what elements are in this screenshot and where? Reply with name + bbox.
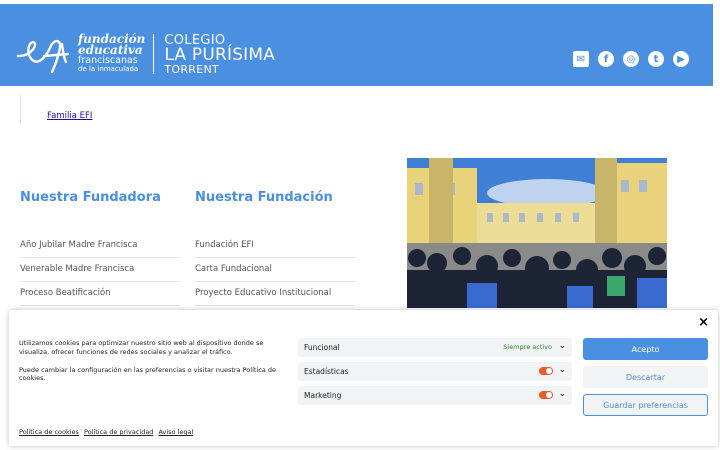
chevron-down-icon[interactable]: ⌄ bbox=[558, 341, 566, 351]
colegio-wordmark: COLEGIO LA PURÍSIMA TORRENT bbox=[164, 34, 275, 75]
deny-button[interactable]: Descartar bbox=[583, 366, 708, 388]
accept-button[interactable]: Acepto bbox=[583, 338, 708, 360]
cookie-category-estadisticas[interactable]: Estadísticas ⌄ bbox=[298, 362, 572, 381]
cookie-policy-link[interactable]: Política de cookies bbox=[19, 428, 79, 436]
menu-item-fundacion-efi[interactable]: Fundación EFI bbox=[195, 234, 355, 258]
logo-divider bbox=[153, 34, 155, 74]
menu-item-venerable[interactable]: Venerable Madre Francisca bbox=[20, 258, 180, 282]
chevron-down-icon[interactable]: ⌄ bbox=[558, 389, 566, 399]
legal-notice-link[interactable]: Aviso legal bbox=[158, 428, 193, 436]
social-links: ✉ f ◎ t ▶ bbox=[573, 51, 689, 67]
facebook-icon[interactable]: f bbox=[598, 51, 614, 67]
cookie-category-marketing[interactable]: Marketing ⌄ bbox=[298, 386, 572, 405]
cookie-category-funcional[interactable]: Funcional Siempre activo ⌄ bbox=[298, 338, 572, 357]
breadcrumb-link-familia-efi[interactable]: Familia EFI bbox=[47, 111, 92, 121]
menu-item-beatificacion[interactable]: Proceso Beatificación bbox=[20, 282, 180, 306]
twitter-icon[interactable]: t bbox=[648, 51, 664, 67]
cookie-category-label: Estadísticas bbox=[304, 367, 349, 376]
cookie-category-label: Marketing bbox=[304, 391, 342, 400]
fundacion-wordmark: fundación educativa franciscanas de la i… bbox=[78, 33, 145, 74]
cookie-consent-banner: × Utilizamos cookies para optimizar nues… bbox=[9, 310, 718, 446]
cookie-category-label: Funcional bbox=[304, 343, 340, 352]
toggle-marketing[interactable] bbox=[539, 391, 553, 399]
site-logo[interactable]: fundación educativa franciscanas de la i… bbox=[14, 32, 275, 76]
chevron-down-icon[interactable]: ⌄ bbox=[558, 365, 566, 375]
menu-item-ano-jubilar[interactable]: Año Jubilar Madre Francisca bbox=[20, 234, 180, 258]
fundacion-heading: Nuestra Fundación bbox=[195, 190, 333, 205]
menu-item-proyecto-educativo[interactable]: Proyecto Educativo Institucional bbox=[195, 282, 355, 306]
breadcrumb-divider bbox=[20, 95, 21, 123]
youtube-icon[interactable]: ▶ bbox=[673, 51, 689, 67]
close-icon[interactable]: × bbox=[698, 315, 709, 330]
site-header: fundación educativa franciscanas de la i… bbox=[0, 4, 713, 86]
school-courtyard-photo bbox=[407, 158, 667, 308]
privacy-policy-link[interactable]: Política de privacidad bbox=[84, 428, 154, 436]
fundacion-line-3: franciscanas bbox=[78, 55, 138, 66]
efi-logo-mark bbox=[16, 39, 70, 74]
instagram-icon[interactable]: ◎ bbox=[623, 51, 639, 67]
cookie-policy-links: Política de cookies Política de privacid… bbox=[19, 428, 193, 436]
cookie-intro-text: Utilizamos cookies para optimizar nuestr… bbox=[19, 339, 264, 356]
fundadora-heading: Nuestra Fundadora bbox=[20, 190, 161, 205]
colegio-line-2: LA PURÍSIMA bbox=[164, 44, 276, 65]
always-active-label: Siempre activo bbox=[503, 343, 552, 351]
toggle-estadisticas[interactable] bbox=[539, 367, 553, 375]
fundacion-line-4: de la inmaculada bbox=[78, 65, 139, 73]
colegio-line-3: TORRENT bbox=[164, 62, 220, 76]
menu-item-carta-fundacional[interactable]: Carta Fundacional bbox=[195, 258, 355, 282]
cookie-settings-text: Puede cambiar la configuración en las pr… bbox=[19, 366, 276, 382]
save-preferences-button[interactable]: Guardar preferencias bbox=[583, 394, 708, 416]
mail-icon[interactable]: ✉ bbox=[573, 51, 589, 67]
